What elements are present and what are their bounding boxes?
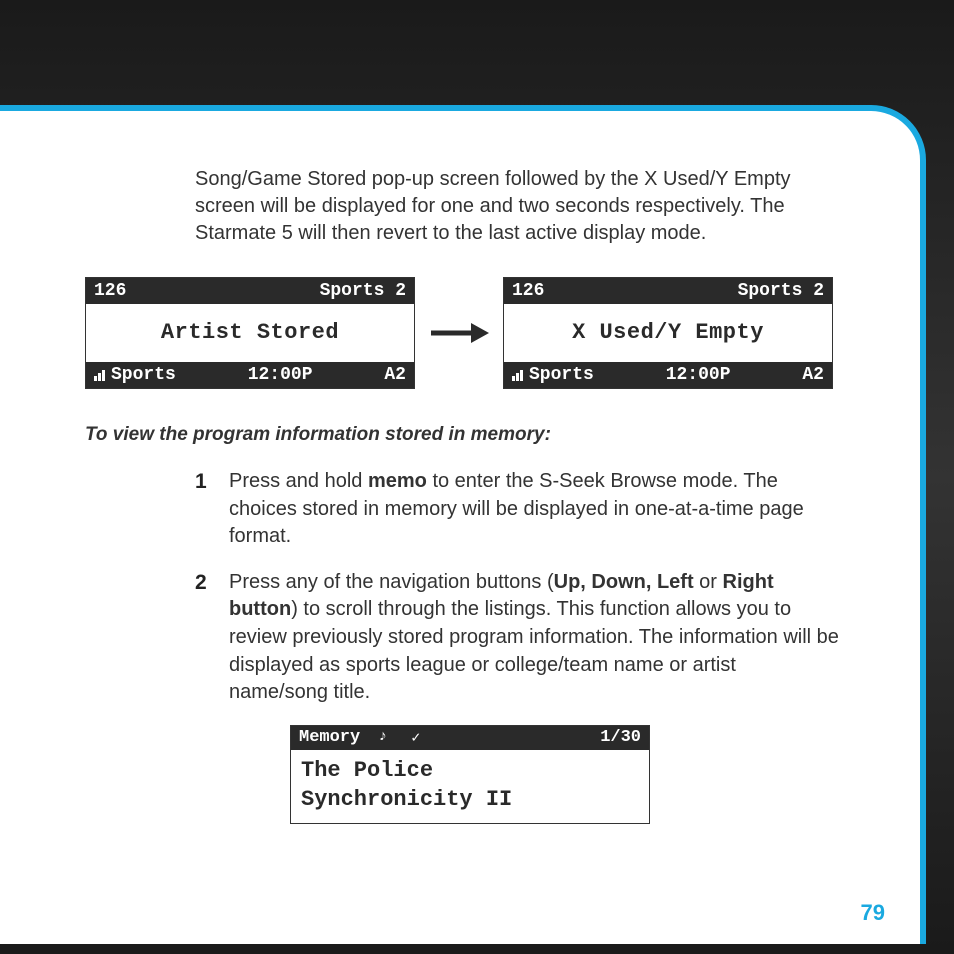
signal-icon <box>94 370 105 381</box>
screen-sequence: 126 Sports 2 Artist Stored Sports 12:00P… <box>85 277 860 389</box>
screen-footer: Sports 12:00P A2 <box>504 362 832 388</box>
preset-label: A2 <box>802 366 824 384</box>
arrow-right-icon <box>429 321 489 345</box>
instruction-step: 1 Press and hold memo to enter the S-See… <box>195 468 840 551</box>
memory-body: The Police Synchronicity II <box>291 750 649 823</box>
channel-name: Sports 2 <box>320 282 406 300</box>
page-number: 79 <box>861 900 885 926</box>
time-label: 12:00P <box>666 366 731 384</box>
memory-label: Memory <box>299 728 360 747</box>
step-text: Press any of the navigation buttons (Up,… <box>229 569 840 707</box>
category-label: Sports <box>111 366 176 384</box>
screen-footer: Sports 12:00P A2 <box>86 362 414 388</box>
signal-icon <box>512 370 523 381</box>
memory-header: Memory ♪ ✓ 1/30 <box>291 726 649 750</box>
step-number: 2 <box>195 569 211 707</box>
preset-label: A2 <box>384 366 406 384</box>
screen-body: Artist Stored <box>86 304 414 362</box>
step-text: Press and hold memo to enter the S-Seek … <box>229 468 840 551</box>
screen-header: 126 Sports 2 <box>86 278 414 304</box>
music-note-icon: ♪ <box>378 728 387 747</box>
step-number: 1 <box>195 468 211 551</box>
channel-number: 126 <box>512 282 544 300</box>
song-title: Synchronicity II <box>301 785 639 815</box>
screen-header: 126 Sports 2 <box>504 278 832 304</box>
instruction-step: 2 Press any of the navigation buttons (U… <box>195 569 840 707</box>
section-subheading: To view the program information stored i… <box>85 424 860 446</box>
lcd-screen-artist-stored: 126 Sports 2 Artist Stored Sports 12:00P… <box>85 277 415 389</box>
intro-paragraph: Song/Game Stored pop-up screen followed … <box>195 166 835 247</box>
instruction-list: 1 Press and hold memo to enter the S-See… <box>195 468 840 707</box>
artist-name: The Police <box>301 756 639 786</box>
lcd-screen-used-empty: 126 Sports 2 X Used/Y Empty Sports 12:00… <box>503 277 833 389</box>
channel-name: Sports 2 <box>738 282 824 300</box>
lcd-screen-memory: Memory ♪ ✓ 1/30 The Police Synchronicity… <box>290 725 650 824</box>
category-label: Sports <box>529 366 594 384</box>
memory-count: 1/30 <box>600 728 641 747</box>
time-label: 12:00P <box>248 366 313 384</box>
manual-page: Song/Game Stored pop-up screen followed … <box>0 105 926 944</box>
screen-body: X Used/Y Empty <box>504 304 832 362</box>
checkmark-icon: ✓ <box>411 728 420 747</box>
channel-number: 126 <box>94 282 126 300</box>
